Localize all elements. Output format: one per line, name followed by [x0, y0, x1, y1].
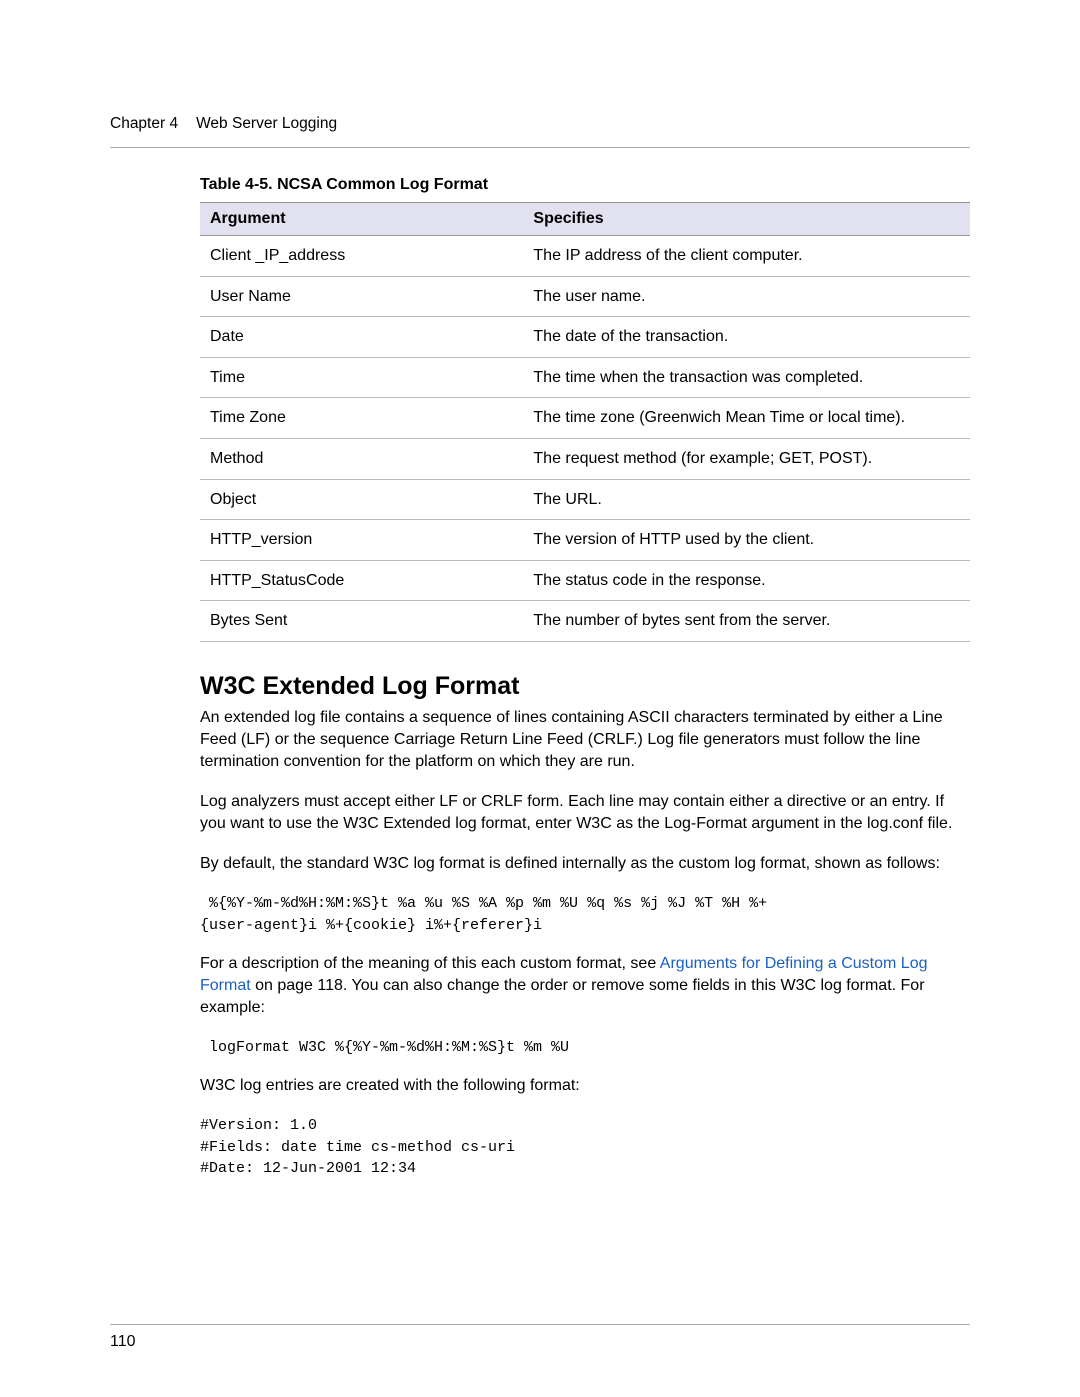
chapter-label: Chapter 4: [110, 115, 178, 133]
cell-specifies: The time zone (Greenwich Mean Time or lo…: [523, 398, 970, 439]
cell-argument: Date: [200, 317, 523, 358]
paragraph: An extended log file contains a sequence…: [200, 707, 970, 773]
table-row: Date The date of the transaction.: [200, 317, 970, 358]
cell-specifies: The number of bytes sent from the server…: [523, 601, 970, 642]
cell-argument: User Name: [200, 276, 523, 317]
cell-specifies: The status code in the response.: [523, 560, 970, 601]
header-divider: [110, 147, 970, 148]
table-row: User Name The user name.: [200, 276, 970, 317]
paragraph: W3C log entries are created with the fol…: [200, 1075, 970, 1097]
cell-argument: Object: [200, 479, 523, 520]
cell-argument: Time: [200, 357, 523, 398]
paragraph-with-link: For a description of the meaning of this…: [200, 953, 970, 1019]
cell-argument: HTTP_version: [200, 520, 523, 561]
cell-specifies: The request method (for example; GET, PO…: [523, 438, 970, 479]
paragraph: Log analyzers must accept either LF or C…: [200, 791, 970, 835]
cell-specifies: The URL.: [523, 479, 970, 520]
code-block: %{%Y-%m-%d%H:%M:%S}t %a %u %S %A %p %m %…: [200, 893, 970, 937]
table-caption: Table 4-5. NCSA Common Log Format: [200, 176, 970, 194]
cell-argument: Client _IP_address: [200, 236, 523, 277]
text-span: For a description of the meaning of this…: [200, 955, 660, 972]
col-header-specifies: Specifies: [523, 203, 970, 236]
cell-argument: Time Zone: [200, 398, 523, 439]
table-row: Bytes Sent The number of bytes sent from…: [200, 601, 970, 642]
table-row: Method The request method (for example; …: [200, 438, 970, 479]
cell-specifies: The user name.: [523, 276, 970, 317]
chapter-title: Web Server Logging: [196, 115, 337, 133]
table-row: HTTP_version The version of HTTP used by…: [200, 520, 970, 561]
content-area: Table 4-5. NCSA Common Log Format Argume…: [200, 176, 970, 1180]
ncsa-log-table: Argument Specifies Client _IP_address Th…: [200, 202, 970, 642]
table-row: Time The time when the transaction was c…: [200, 357, 970, 398]
footer-divider: [110, 1324, 970, 1325]
section-heading: W3C Extended Log Format: [200, 672, 970, 701]
cell-specifies: The time when the transaction was comple…: [523, 357, 970, 398]
table-row: Time Zone The time zone (Greenwich Mean …: [200, 398, 970, 439]
table-row: HTTP_StatusCode The status code in the r…: [200, 560, 970, 601]
cell-specifies: The version of HTTP used by the client.: [523, 520, 970, 561]
cell-argument: Method: [200, 438, 523, 479]
cell-argument: HTTP_StatusCode: [200, 560, 523, 601]
document-page: Chapter 4 Web Server Logging Table 4-5. …: [0, 0, 1080, 1397]
table-row: Object The URL.: [200, 479, 970, 520]
cell-argument: Bytes Sent: [200, 601, 523, 642]
col-header-argument: Argument: [200, 203, 523, 236]
code-block: logFormat W3C %{%Y-%m-%d%H:%M:%S}t %m %U: [200, 1037, 970, 1059]
text-span: on page 118. You can also change the ord…: [200, 977, 925, 1016]
paragraph: By default, the standard W3C log format …: [200, 853, 970, 875]
running-header: Chapter 4 Web Server Logging: [110, 115, 970, 143]
table-row: Client _IP_address The IP address of the…: [200, 236, 970, 277]
table-header-row: Argument Specifies: [200, 203, 970, 236]
code-block: #Version: 1.0 #Fields: date time cs-meth…: [200, 1115, 970, 1180]
page-number: 110: [110, 1333, 136, 1351]
cell-specifies: The IP address of the client computer.: [523, 236, 970, 277]
cell-specifies: The date of the transaction.: [523, 317, 970, 358]
